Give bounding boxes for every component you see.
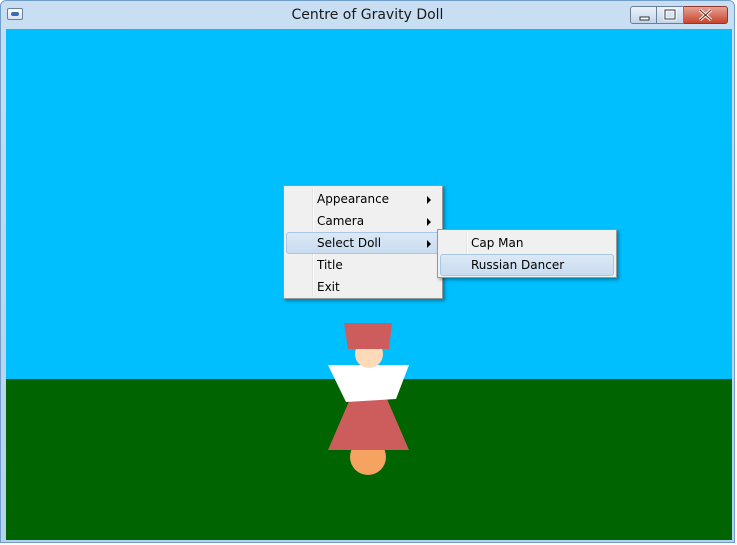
menu-item-label: Title	[317, 258, 343, 272]
doll-hat	[344, 323, 392, 349]
select-doll-submenu: Cap Man Russian Dancer	[437, 229, 617, 278]
menu-item-camera[interactable]: Camera	[286, 210, 440, 232]
submenu-arrow-icon	[427, 218, 431, 226]
submenu-arrow-icon	[427, 240, 431, 248]
close-button[interactable]	[684, 6, 728, 24]
menu-item-exit[interactable]: Exit	[286, 276, 440, 298]
window-title: Centre of Gravity Doll	[291, 7, 444, 23]
minimize-icon	[639, 16, 650, 21]
maximize-button[interactable]	[657, 6, 684, 24]
menu-item-label: Select Doll	[317, 236, 382, 250]
doll-collar	[328, 365, 409, 402]
submenu-arrow-icon	[427, 196, 431, 204]
submenu-item-russian-dancer[interactable]: Russian Dancer	[440, 254, 614, 276]
menu-item-label: Exit	[317, 280, 340, 294]
menu-item-label: Cap Man	[471, 236, 524, 250]
title-bar[interactable]: Centre of Gravity Doll	[1, 1, 734, 29]
maximize-icon	[663, 8, 677, 21]
menu-item-select-doll[interactable]: Select Doll	[286, 232, 440, 254]
close-icon	[698, 8, 713, 22]
menu-item-label: Camera	[317, 214, 365, 228]
doll-dress	[328, 399, 409, 450]
menu-item-label: Russian Dancer	[471, 258, 565, 272]
menu-item-appearance[interactable]: Appearance	[286, 188, 440, 210]
menu-item-label: Appearance	[317, 192, 390, 206]
context-menu: Appearance Camera Select Doll Title Exit	[283, 185, 443, 299]
submenu-item-cap-man[interactable]: Cap Man	[440, 232, 614, 254]
minimize-button[interactable]	[630, 6, 657, 24]
menu-item-title[interactable]: Title	[286, 254, 440, 276]
